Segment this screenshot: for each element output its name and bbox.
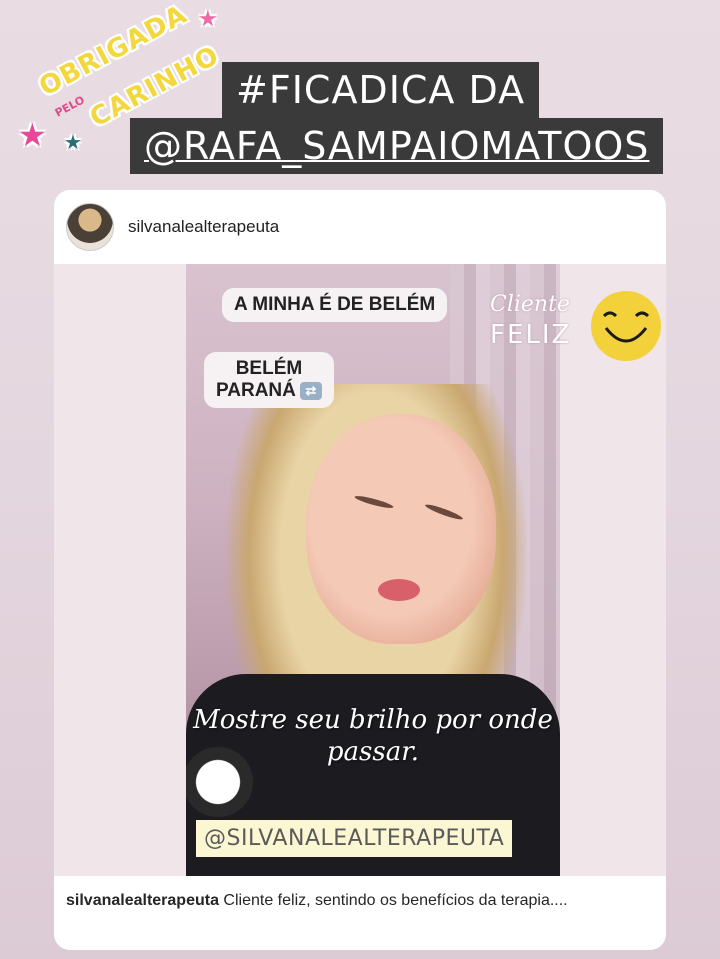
happy-line-1: Cliente <box>490 292 570 317</box>
happy-client-sticker: Cliente FELIZ <box>486 286 666 366</box>
hashtag-text: #FICADICA DA <box>222 62 540 118</box>
location-chip: BELÉM PARANÁ ⇄ <box>204 352 334 408</box>
pink-star-icon: ★ <box>18 117 47 153</box>
happy-line-2: FELIZ <box>490 320 572 350</box>
post-media[interactable]: A MINHA É DE BELÉM BELÉM PARANÁ ⇄ Mostre … <box>54 264 666 876</box>
mention-label[interactable]: @RAFA_SAMPAIOMATOOS <box>144 124 649 168</box>
post-header[interactable]: silvanalealterapeuta <box>54 190 666 264</box>
location-line-1: BELÉM <box>235 358 303 379</box>
story-header: #FICADICA DA @RAFA_SAMPAIOMATOOS <box>130 62 664 174</box>
mention-link[interactable]: @RAFA_SAMPAIOMATOOS <box>130 118 664 174</box>
caption-text: Cliente feliz, sentindo os benefícios da… <box>218 892 568 909</box>
smiley-icon <box>591 291 661 361</box>
teal-star-icon: ★ <box>64 132 82 154</box>
handle-tag[interactable]: @SILVANALEALTERAPEUTA <box>196 820 513 857</box>
shared-post-card[interactable]: silvanalealterapeuta A MINHA É DE BELÉM … <box>54 190 666 950</box>
hashtag-label: #FICADICA DA <box>236 68 526 112</box>
post-username[interactable]: silvanalealterapeuta <box>128 217 279 237</box>
swap-icon: ⇄ <box>299 381 322 400</box>
script-overlay-text: Mostre seu brilho por onde passar. <box>193 705 553 767</box>
eye <box>353 493 395 511</box>
location-line-2: PARANÁ <box>216 380 296 401</box>
person-face <box>306 414 496 644</box>
caption-username[interactable]: silvanalealterapeuta <box>66 892 219 909</box>
eye <box>424 502 464 522</box>
pink-star-icon: ★ <box>198 6 218 31</box>
post-caption: silvanalealterapeuta Cliente feliz, sent… <box>66 890 646 912</box>
avatar[interactable] <box>66 203 114 251</box>
mouth <box>378 579 420 601</box>
question-chip: A MINHA É DE BELÉM <box>222 288 448 322</box>
